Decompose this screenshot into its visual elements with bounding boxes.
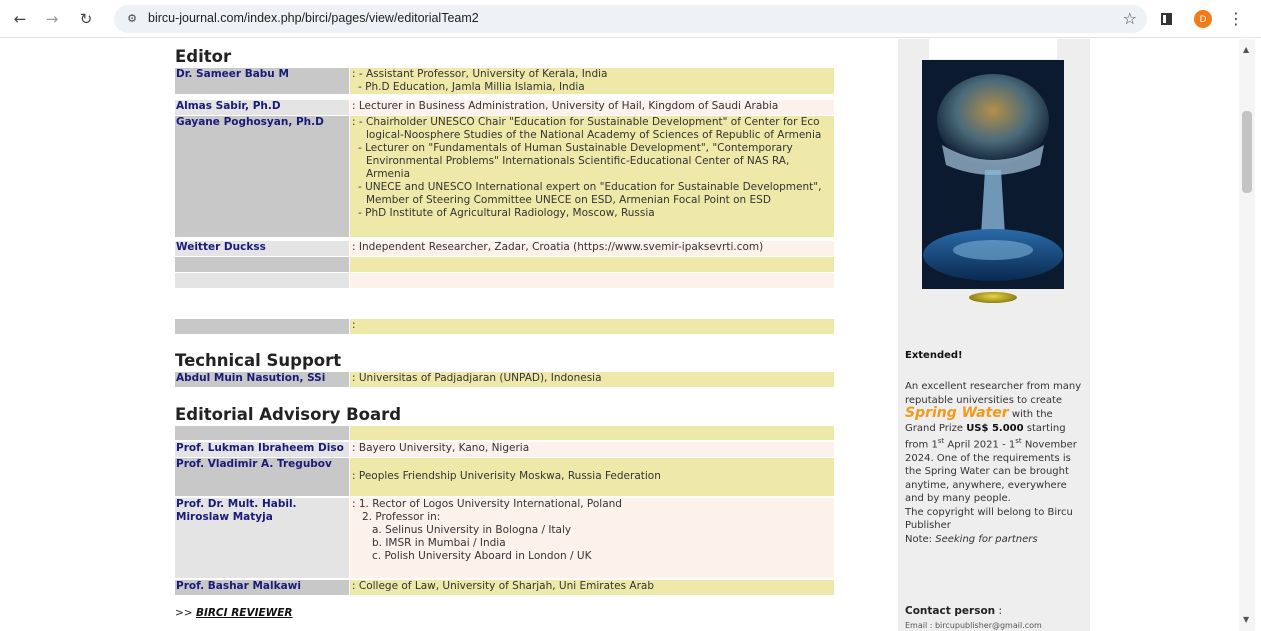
advisory-row-blank	[175, 426, 834, 440]
technical-support-heading: Technical Support	[175, 351, 342, 370]
editor-name: Weitter Duckss	[175, 241, 349, 256]
advisory-name-blank	[175, 426, 349, 440]
spring-water-globe-image	[922, 60, 1064, 289]
advisory-row-2: Prof. Vladimir A. Tregubov : Peoples Fri…	[175, 458, 834, 496]
editor-name: Almas Sabir, Ph.D	[175, 100, 349, 115]
page-content: Editor Dr. Sameer Babu M : - Assistant P…	[0, 39, 1261, 631]
menu-kebab-icon[interactable]: ⋮	[1228, 9, 1244, 28]
editor-affiliation-blank	[350, 273, 834, 288]
advisory-board-heading: Editorial Advisory Board	[175, 405, 402, 424]
editor-name-blank	[175, 257, 349, 272]
advisory-row-3: Prof. Dr. Mult. Habil. Miroslaw Matyja :…	[175, 498, 834, 578]
editor-name-blank	[175, 319, 349, 334]
bookmark-star-icon[interactable]: ☆	[1123, 9, 1137, 28]
editor-row-2: Almas Sabir, Ph.D : Lecturer in Business…	[175, 100, 834, 115]
advisory-name: Prof. Bashar Malkawi	[175, 580, 349, 595]
editor-row-blank-2	[175, 273, 834, 288]
editor-row-4: Weitter Duckss : Independent Researcher,…	[175, 241, 834, 256]
scroll-down-arrow-icon[interactable]: ▼	[1243, 615, 1249, 624]
editor-row-1: Dr. Sameer Babu M : - Assistant Professo…	[175, 68, 834, 94]
address-bar[interactable]: ⚙ bircu-journal.com/index.php/birci/page…	[114, 5, 1147, 33]
advisory-name: Prof. Lukman Ibraheem Diso	[175, 442, 349, 457]
browser-toolbar: ← → ↻ ⚙ bircu-journal.com/index.php/birc…	[0, 0, 1261, 38]
advisory-affiliation: : College of Law, University of Sharjah,…	[350, 580, 834, 595]
editor-heading: Editor	[175, 47, 232, 66]
sidebar-logo-strip	[929, 39, 1057, 59]
editor-name: Gayane Poghosyan, Ph.D	[175, 116, 349, 237]
advisory-name: Prof. Vladimir A. Tregubov	[175, 458, 349, 496]
advisory-name: Prof. Dr. Mult. Habil. Miroslaw Matyja	[175, 498, 349, 578]
editor-name: Dr. Sameer Babu M	[175, 68, 349, 94]
forward-arrow-icon[interactable]: →	[42, 9, 62, 29]
advisory-affiliation: : Bayero University, Kano, Nigeria	[350, 442, 834, 457]
technical-affiliation: : Universitas of Padjadjaran (UNPAD), In…	[350, 372, 834, 387]
site-settings-icon[interactable]: ⚙	[124, 11, 140, 27]
scrollbar-thumb[interactable]	[1242, 111, 1252, 193]
editor-name-blank	[175, 273, 349, 288]
editor-row-blank-3: :	[175, 319, 834, 334]
contact-email: Email : bircupublisher@gmail.com	[905, 621, 1042, 630]
editor-row-blank-1	[175, 257, 834, 272]
editor-affiliation-colon: :	[350, 319, 834, 334]
advisory-row-1: Prof. Lukman Ibraheem Diso : Bayero Univ…	[175, 442, 834, 457]
editor-affiliation: : Independent Researcher, Zadar, Croatia…	[350, 241, 834, 256]
spring-water-highlight: Spring Water	[905, 405, 1009, 421]
contact-person-label: Contact person :	[905, 605, 1003, 617]
advisory-row-4: Prof. Bashar Malkawi : College of Law, U…	[175, 580, 834, 595]
profile-avatar[interactable]: D	[1194, 10, 1212, 28]
editor-affiliation: : Lecturer in Business Administration, U…	[350, 100, 834, 115]
advisory-affiliation: : Peoples Friendship Univerisity Moskwa,…	[350, 458, 834, 496]
editor-affiliation: : - Assistant Professor, University of K…	[350, 68, 834, 94]
spring-water-description: An excellent researcher from many reputa…	[905, 381, 1082, 545]
back-arrow-icon[interactable]: ←	[10, 9, 30, 29]
technical-name: Abdul Muin Nasution, SSi	[175, 372, 349, 387]
golden-disc-image	[969, 292, 1017, 303]
editor-row-3: Gayane Poghosyan, Ph.D : - Chairholder U…	[175, 116, 834, 237]
editor-affiliation-blank	[350, 257, 834, 272]
editor-affiliation: : - Chairholder UNESCO Chair "Education …	[350, 116, 834, 237]
side-panel-icon[interactable]	[1161, 13, 1172, 25]
reviewer-prefix: >>	[175, 607, 196, 619]
reviewer-link-line: >> BIRCI REVIEWER	[175, 607, 293, 619]
advisory-affiliation: : 1. Rector of Logos University Internat…	[350, 498, 834, 578]
reload-icon[interactable]: ↻	[76, 9, 96, 29]
url-text: bircu-journal.com/index.php/birci/pages/…	[148, 11, 479, 25]
right-sidebar: Extended! An excellent researcher from m…	[898, 39, 1090, 631]
scroll-up-arrow-icon[interactable]: ▲	[1243, 45, 1249, 54]
technical-row: Abdul Muin Nasution, SSi : Universitas o…	[175, 372, 834, 387]
page-scrollbar[interactable]: ▲ ▼	[1239, 39, 1255, 631]
extended-label: Extended!	[905, 350, 963, 361]
birci-reviewer-link[interactable]: BIRCI REVIEWER	[196, 607, 293, 619]
advisory-affiliation-blank	[350, 426, 834, 440]
